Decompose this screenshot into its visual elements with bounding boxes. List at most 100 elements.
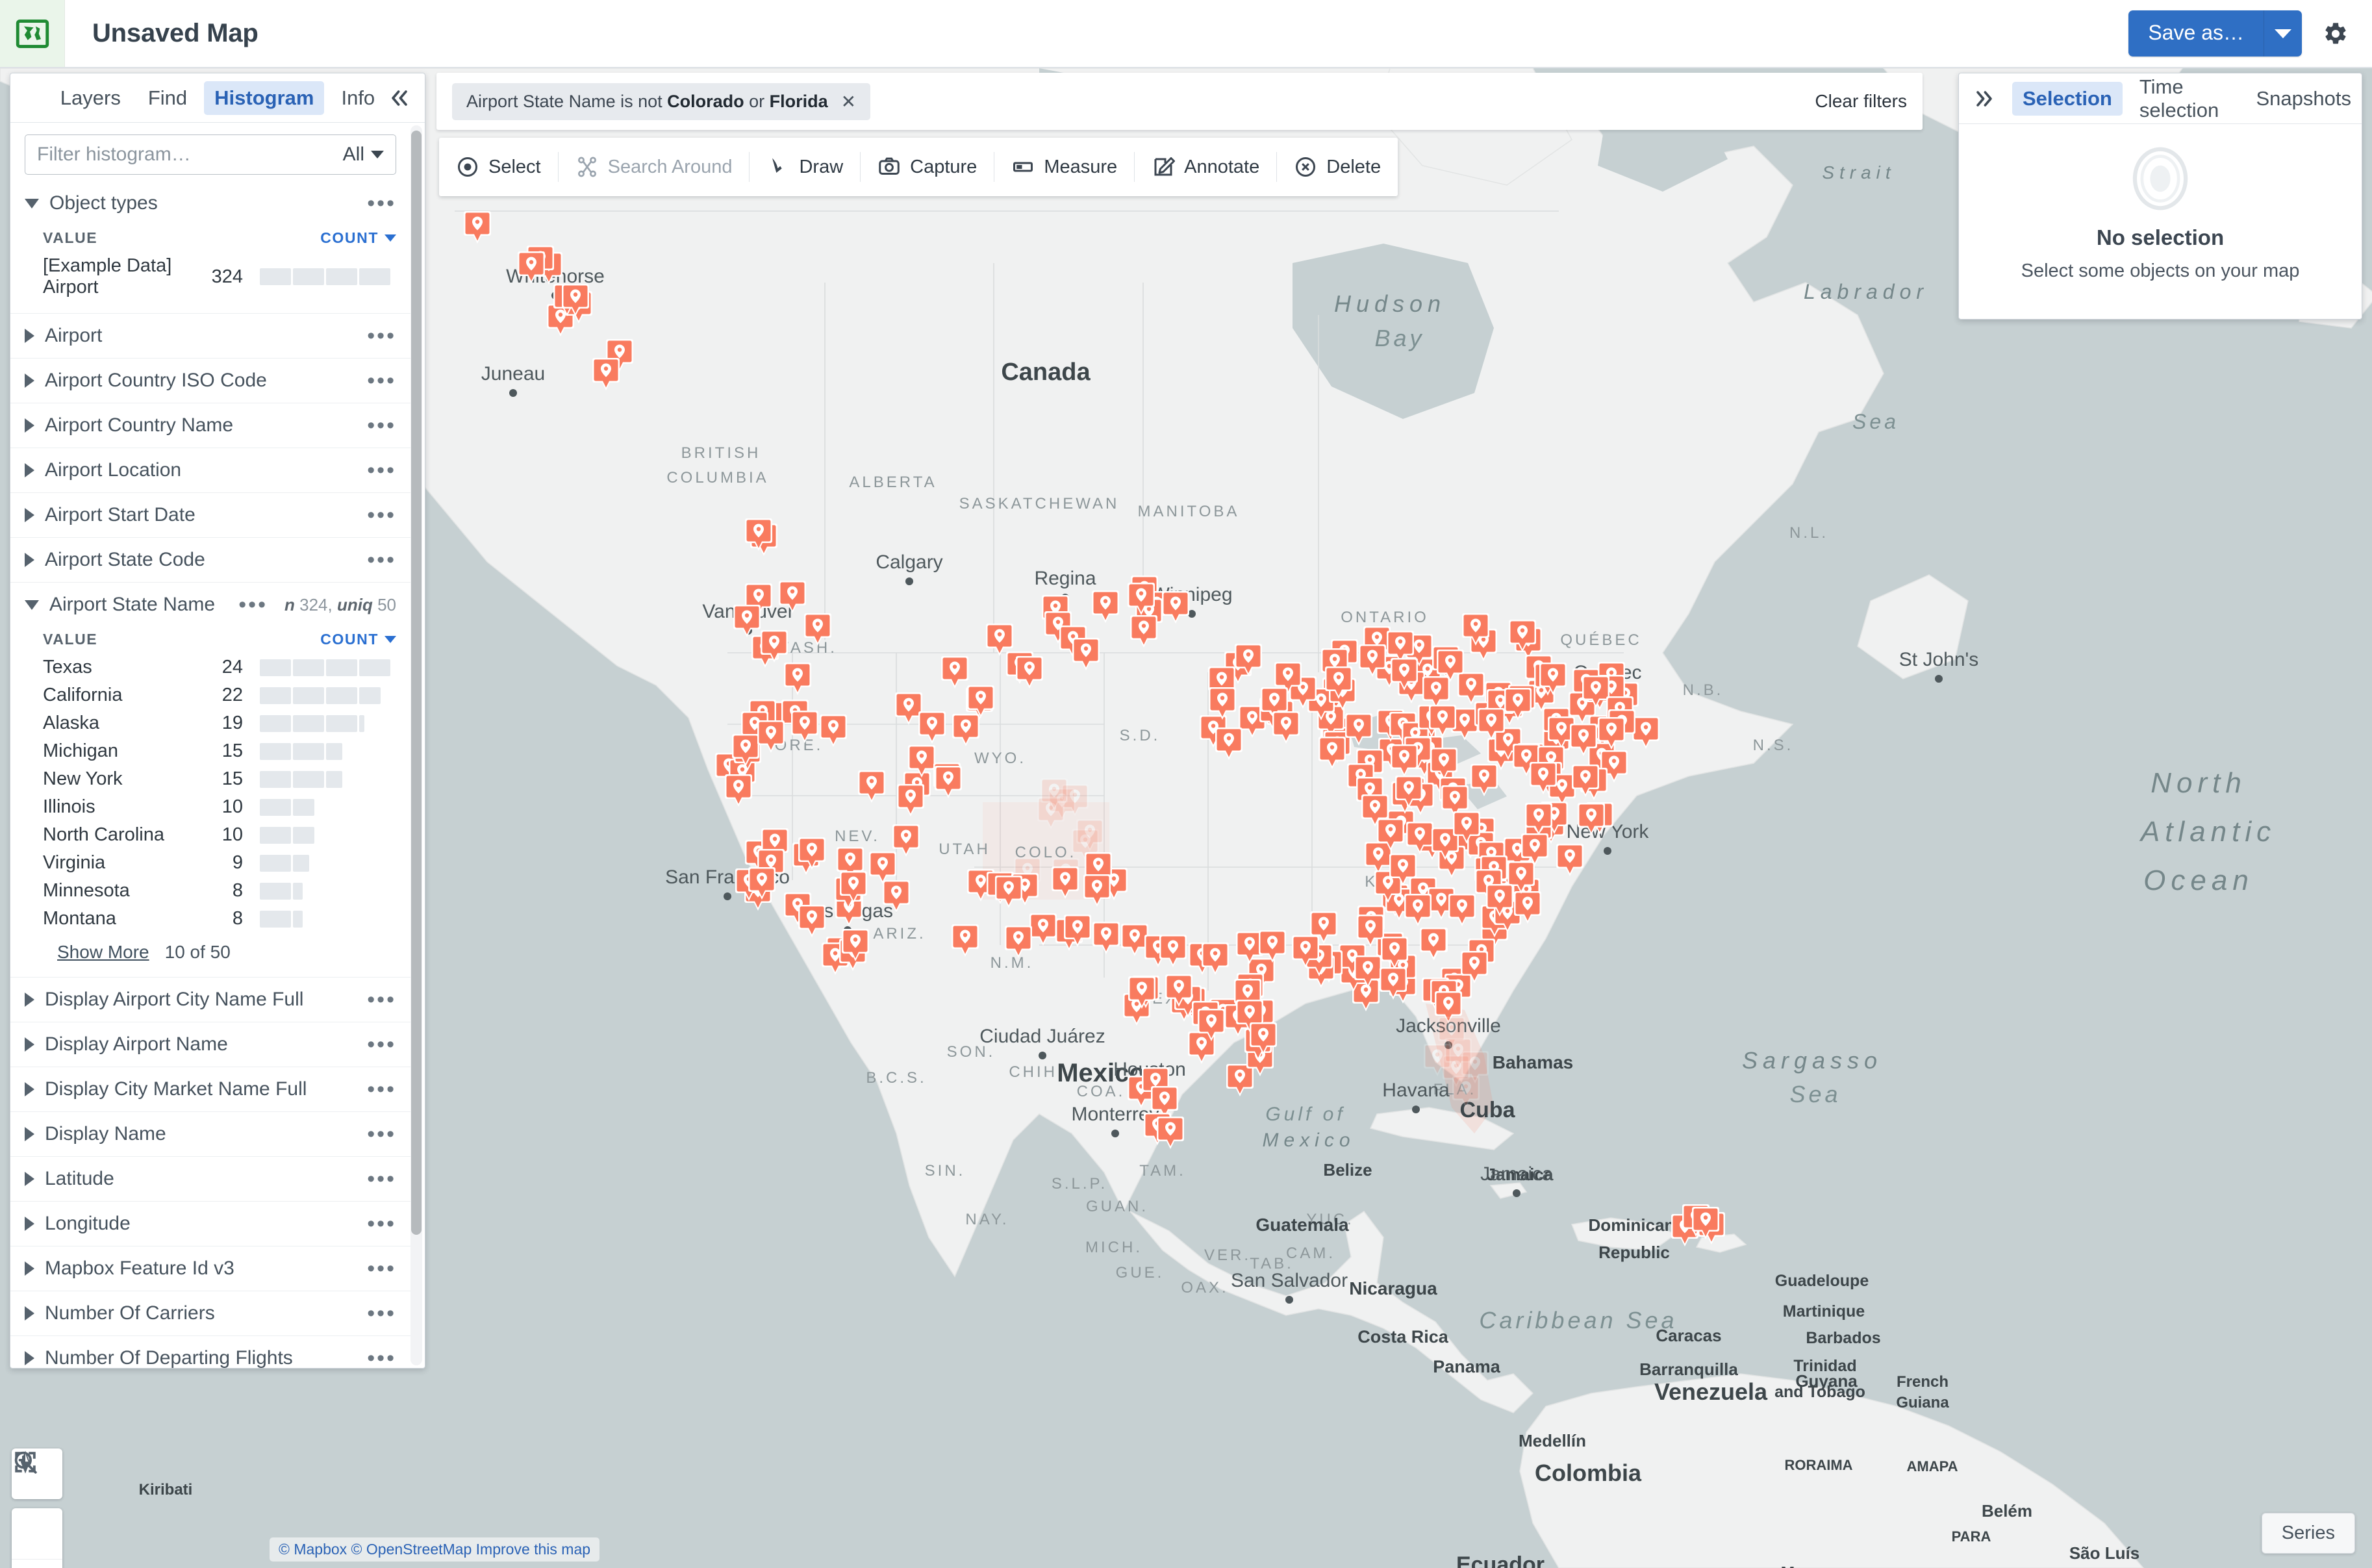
airport-marker[interactable]: [1378, 966, 1408, 1002]
tool-draw-button[interactable]: Draw: [750, 138, 860, 196]
tab-snapshots[interactable]: Snapshots: [2246, 82, 2362, 116]
ellipsis-icon[interactable]: •••: [357, 1212, 396, 1235]
airport-marker[interactable]: [744, 517, 774, 553]
left-panel-scrollbar-thumb[interactable]: [411, 131, 422, 1235]
histogram-row[interactable]: New York 15: [10, 765, 410, 793]
ellipsis-icon[interactable]: •••: [357, 324, 396, 347]
zoom-out-button[interactable]: [12, 1451, 62, 1568]
histogram-section-longitude[interactable]: Longitude •••: [10, 1201, 410, 1246]
airport-marker[interactable]: [1127, 975, 1157, 1011]
airport-marker[interactable]: [896, 783, 926, 819]
ellipsis-icon[interactable]: •••: [357, 1122, 396, 1145]
airport-marker[interactable]: [1555, 842, 1585, 879]
airport-marker[interactable]: [783, 661, 813, 698]
airport-marker[interactable]: [933, 765, 963, 801]
histogram-row[interactable]: Michigan 15: [10, 737, 410, 765]
airport-marker[interactable]: [1461, 612, 1491, 648]
airport-marker[interactable]: [966, 684, 996, 720]
airport-marker[interactable]: [857, 769, 887, 805]
airport-marker[interactable]: [1357, 643, 1387, 679]
airport-marker[interactable]: [891, 823, 921, 859]
collapse-left-panel-button[interactable]: [388, 87, 410, 109]
histogram-row[interactable]: [Example Data] Airport 324: [10, 252, 410, 301]
airport-marker[interactable]: [1233, 642, 1263, 679]
airport-marker[interactable]: [1075, 818, 1105, 854]
airport-marker[interactable]: [1257, 929, 1287, 965]
close-icon[interactable]: ✕: [841, 91, 856, 112]
airport-marker[interactable]: [747, 866, 777, 902]
tab-time-selection[interactable]: Time selection: [2129, 73, 2240, 127]
airport-marker[interactable]: [591, 357, 621, 393]
zoom-in-button[interactable]: [12, 1451, 62, 1559]
ellipsis-icon[interactable]: •••: [357, 1078, 396, 1100]
airport-marker[interactable]: [1003, 924, 1033, 961]
airport-marker[interactable]: [1324, 665, 1354, 702]
ellipsis-icon[interactable]: •••: [357, 503, 396, 526]
show-more-link[interactable]: Show More: [57, 942, 149, 963]
airport-marker[interactable]: [1271, 710, 1301, 746]
histogram-section-display-name[interactable]: Display Name •••: [10, 1111, 410, 1156]
airport-marker[interactable]: [1344, 712, 1374, 748]
tab-layers[interactable]: Layers: [50, 81, 131, 115]
airport-marker[interactable]: [1596, 716, 1626, 752]
save-as-dropdown-button[interactable]: [2264, 10, 2302, 57]
clear-filters-button[interactable]: Clear filters: [1815, 91, 1907, 112]
airport-marker[interactable]: [840, 928, 870, 964]
airport-marker[interactable]: [1389, 657, 1419, 693]
ellipsis-icon[interactable]: •••: [357, 1033, 396, 1056]
airport-marker[interactable]: [1388, 852, 1418, 889]
ellipsis-icon[interactable]: •••: [357, 414, 396, 436]
histogram-section-airport[interactable]: Airport •••: [10, 313, 410, 358]
airport-marker[interactable]: [1419, 926, 1448, 963]
filter-chip[interactable]: Airport State Name is not Colorado or Fl…: [452, 82, 871, 120]
tab-histogram[interactable]: Histogram: [204, 81, 325, 115]
ellipsis-icon[interactable]: •••: [357, 459, 396, 481]
airport-marker[interactable]: [1082, 873, 1112, 909]
airport-marker[interactable]: [1050, 865, 1080, 902]
histogram-row[interactable]: Illinois 10: [10, 793, 410, 821]
histogram-section-airport-country-name[interactable]: Airport Country Name •••: [10, 403, 410, 448]
airport-marker[interactable]: [759, 629, 789, 665]
tool-delete-button[interactable]: Delete: [1277, 138, 1398, 196]
airport-marker[interactable]: [985, 622, 1015, 659]
airport-marker[interactable]: [1569, 722, 1598, 759]
airport-marker[interactable]: [516, 250, 546, 286]
airport-marker[interactable]: [950, 923, 980, 959]
app-logo[interactable]: [0, 0, 65, 67]
airport-marker[interactable]: [1063, 913, 1092, 950]
histogram-section-latitude[interactable]: Latitude •••: [10, 1156, 410, 1201]
airport-marker[interactable]: [1571, 763, 1600, 800]
airport-marker[interactable]: [756, 719, 786, 755]
airport-marker[interactable]: [1161, 590, 1191, 626]
tool-select-button[interactable]: Select: [439, 138, 558, 196]
ellipsis-icon[interactable]: •••: [357, 1347, 396, 1368]
airport-marker[interactable]: [1394, 774, 1424, 811]
column-header-count[interactable]: COUNT: [320, 229, 396, 247]
airport-marker[interactable]: [1460, 1050, 1490, 1086]
airport-marker[interactable]: [462, 210, 492, 246]
airport-marker[interactable]: [797, 836, 827, 872]
airport-marker[interactable]: [1091, 589, 1120, 626]
map-attribution[interactable]: © Mapbox © OpenStreetMap Improve this ma…: [270, 1537, 600, 1562]
airport-marker[interactable]: [1528, 761, 1558, 797]
airport-marker[interactable]: [1214, 726, 1244, 763]
airport-marker[interactable]: [1200, 941, 1230, 978]
airport-marker[interactable]: [1503, 687, 1533, 723]
ellipsis-icon[interactable]: •••: [228, 593, 268, 616]
histogram-section-airport-country-iso-code[interactable]: Airport Country ISO Code •••: [10, 358, 410, 403]
histogram-row[interactable]: Alaska 19: [10, 709, 410, 737]
histogram-section-display-airport-city-name-full[interactable]: Display Airport City Name Full •••: [10, 977, 410, 1022]
histogram-row[interactable]: Virginia 9: [10, 849, 410, 877]
airport-marker[interactable]: [1520, 832, 1550, 868]
scope-dropdown[interactable]: All: [343, 144, 384, 166]
airport-marker[interactable]: [1428, 703, 1457, 740]
airport-marker[interactable]: [1248, 1021, 1278, 1057]
ellipsis-icon[interactable]: •••: [357, 1257, 396, 1280]
histogram-section-display-airport-name[interactable]: Display Airport Name •••: [10, 1022, 410, 1067]
histogram-row[interactable]: North Carolina 10: [10, 821, 410, 849]
airport-marker[interactable]: [1538, 661, 1568, 698]
histogram-section-airport-state-code[interactable]: Airport State Code •••: [10, 537, 410, 582]
airport-marker[interactable]: [917, 710, 947, 746]
histogram-section-number-of-carriers[interactable]: Number Of Carriers •••: [10, 1291, 410, 1335]
airport-marker[interactable]: [994, 874, 1024, 911]
